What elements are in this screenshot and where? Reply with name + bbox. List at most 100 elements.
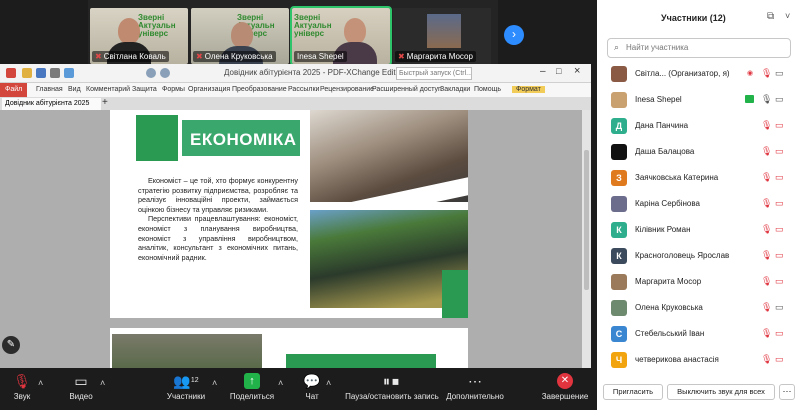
mic-muted-icon[interactable]: 🎙 [761, 276, 772, 287]
camera-icon[interactable]: ▭ [775, 94, 787, 105]
mic-muted-icon[interactable]: 🎙 [761, 146, 772, 157]
camera-off-icon[interactable]: ▭ [775, 328, 787, 339]
video-tile-active[interactable]: Зверні Актуальн універс Inesa Shepel [290, 6, 392, 66]
participant-row[interactable]: К Красноголовець Ярослав 🎙 ▭ [597, 243, 800, 269]
participant-row[interactable]: К Кілівник Роман 🎙 ▭ [597, 217, 800, 243]
audio-options-caret[interactable]: ˄ [38, 378, 43, 388]
menu-item[interactable]: Закладки [440, 86, 470, 93]
participant-name: Даша Балацова [635, 147, 695, 156]
mic-muted-icon[interactable]: 🎙 [761, 68, 772, 79]
menu-item[interactable]: Расширенный доступ [372, 86, 442, 93]
panel-more-button[interactable]: ⋯ [779, 384, 795, 400]
participant-row[interactable]: Світла... (Организатор, я) ◉ 🎙 ▭ [597, 61, 800, 87]
mic-muted-icon[interactable]: 🎙 [761, 302, 772, 313]
invite-button[interactable]: Пригласить [603, 384, 663, 400]
mic-muted-icon[interactable]: 🎙 [761, 250, 772, 261]
participants-button[interactable]: 👥12 Участники [160, 373, 212, 401]
video-options-caret[interactable]: ˄ [100, 378, 105, 388]
participants-options-caret[interactable]: ˄ [212, 378, 217, 388]
menu-item[interactable]: Главная [36, 86, 63, 93]
redo-icon[interactable] [160, 68, 170, 78]
next-page-photo [112, 334, 262, 368]
mic-muted-icon[interactable]: 🎙 [761, 354, 772, 365]
menu-item[interactable]: Формат [512, 86, 545, 93]
menu-item[interactable]: Формы [162, 86, 185, 93]
share-options-caret[interactable]: ˄ [278, 378, 283, 388]
camera-off-icon[interactable]: ▭ [775, 354, 787, 365]
record-controls-button[interactable]: ⏸⏹ Пауза/остановить запись [344, 373, 440, 401]
mic-muted-icon[interactable]: 🎙 [761, 172, 772, 183]
camera-off-icon[interactable]: ▭ [775, 198, 787, 209]
participant-row[interactable]: З Заячковська Катерина 🎙 ▭ [597, 165, 800, 191]
avatar [611, 196, 627, 212]
annotation-button[interactable]: ✎ [2, 336, 20, 354]
camera-off-icon[interactable]: ▭ [775, 276, 787, 287]
participant-name: Каріна Сербінова [635, 199, 700, 208]
menu-item[interactable]: Комментарий [86, 86, 130, 93]
participant-row[interactable]: Олена Круковська 🎙 ▭ [597, 295, 800, 321]
mic-icon[interactable]: 🎙 [761, 94, 772, 105]
scrollbar-thumb[interactable] [584, 150, 589, 290]
participant-row[interactable]: Ч четверикова анастасія 🎙 ▭ [597, 347, 800, 373]
menu-file[interactable]: Файл [0, 83, 28, 97]
print-icon[interactable] [50, 68, 60, 78]
document-tab[interactable]: Довідник абітурієнта 2025 [2, 98, 101, 110]
share-screen-button[interactable]: ↑ Поделиться [228, 373, 276, 401]
video-button[interactable]: ▭ Видео [64, 373, 98, 401]
audio-button[interactable]: 🎙 Звук [8, 373, 36, 401]
mic-muted-icon[interactable]: 🎙 [761, 120, 772, 131]
undo-icon[interactable] [146, 68, 156, 78]
camera-off-icon[interactable]: ▭ [775, 224, 787, 235]
participant-row[interactable]: Inesa Shepel 🎙 ▭ [597, 87, 800, 113]
avatar [611, 66, 627, 82]
close-button[interactable]: × [574, 65, 580, 77]
menu-item[interactable]: Вид [68, 86, 81, 93]
maximize-button[interactable]: □ [556, 66, 561, 76]
participant-row[interactable]: С Стебельський Іван 🎙 ▭ [597, 321, 800, 347]
save-icon[interactable] [36, 68, 46, 78]
camera-off-icon[interactable]: ▭ [775, 146, 787, 157]
end-meeting-button[interactable]: ✕ Завершение [538, 373, 592, 401]
menu-item[interactable]: Рецензирование [320, 86, 374, 93]
email-icon[interactable] [64, 68, 74, 78]
video-tile[interactable]: Зверні Актуальн універс ✖Олена Круковськ… [191, 8, 289, 64]
participant-row[interactable]: Даша Балацова 🎙 ▭ [597, 139, 800, 165]
document-viewport[interactable]: ЕКОНОМІКА Економіст – це той, хто формує… [0, 110, 582, 368]
end-call-icon: ✕ [557, 373, 573, 389]
participant-row[interactable]: Каріна Сербінова 🎙 ▭ [597, 191, 800, 217]
video-tile[interactable]: ✖ Маргарита Мосор [393, 8, 491, 64]
mic-muted-icon[interactable]: 🎙 [761, 328, 772, 339]
menu-item[interactable]: Преобразование [232, 86, 287, 93]
video-tile[interactable]: Зверні Актуальн універс ✖ Світлана Коваль [90, 8, 188, 64]
vertical-scrollbar[interactable] [582, 110, 591, 368]
camera-icon[interactable]: ▭ [775, 68, 787, 79]
panel-title: Участники (12) [661, 13, 726, 23]
camera-icon[interactable]: ▭ [775, 302, 787, 313]
avatar: Д [611, 118, 627, 134]
next-videos-button[interactable]: › [504, 25, 524, 45]
participant-row[interactable]: Д Дана Панчина 🎙 ▭ [597, 113, 800, 139]
new-tab-icon[interactable]: + [102, 97, 108, 108]
participant-search-input[interactable]: ⌕ Найти участника [607, 38, 791, 58]
chat-button[interactable]: 💬 Чат [300, 373, 324, 401]
participants-icon: 👥12 [173, 373, 199, 389]
chat-options-caret[interactable]: ˄ [326, 378, 331, 388]
menu-item[interactable]: Рассылки [288, 86, 319, 93]
minimize-button[interactable]: – [540, 66, 546, 77]
more-button[interactable]: ⋯ Дополнительно [446, 373, 504, 401]
menu-item[interactable]: Помощь [474, 86, 501, 93]
participant-row[interactable]: Маргарита Мосор 🎙 ▭ [597, 269, 800, 295]
panel-options-chevron-icon[interactable]: ˅ [785, 11, 790, 21]
next-page-banner [286, 354, 436, 368]
quick-launch-input[interactable]: Быстрый запуск (Ctrl... [396, 67, 472, 80]
menu-item[interactable]: Защита [132, 86, 157, 93]
camera-off-icon[interactable]: ▭ [775, 120, 787, 131]
mic-muted-icon[interactable]: 🎙 [761, 224, 772, 235]
camera-off-icon[interactable]: ▭ [775, 172, 787, 183]
menu-item[interactable]: Организация [188, 86, 230, 93]
camera-off-icon[interactable]: ▭ [775, 250, 787, 261]
open-icon[interactable] [22, 68, 32, 78]
popout-icon[interactable]: ⧉ [767, 11, 774, 22]
mute-all-button[interactable]: Выключить звук для всех [667, 384, 775, 400]
mic-muted-icon[interactable]: 🎙 [761, 198, 772, 209]
